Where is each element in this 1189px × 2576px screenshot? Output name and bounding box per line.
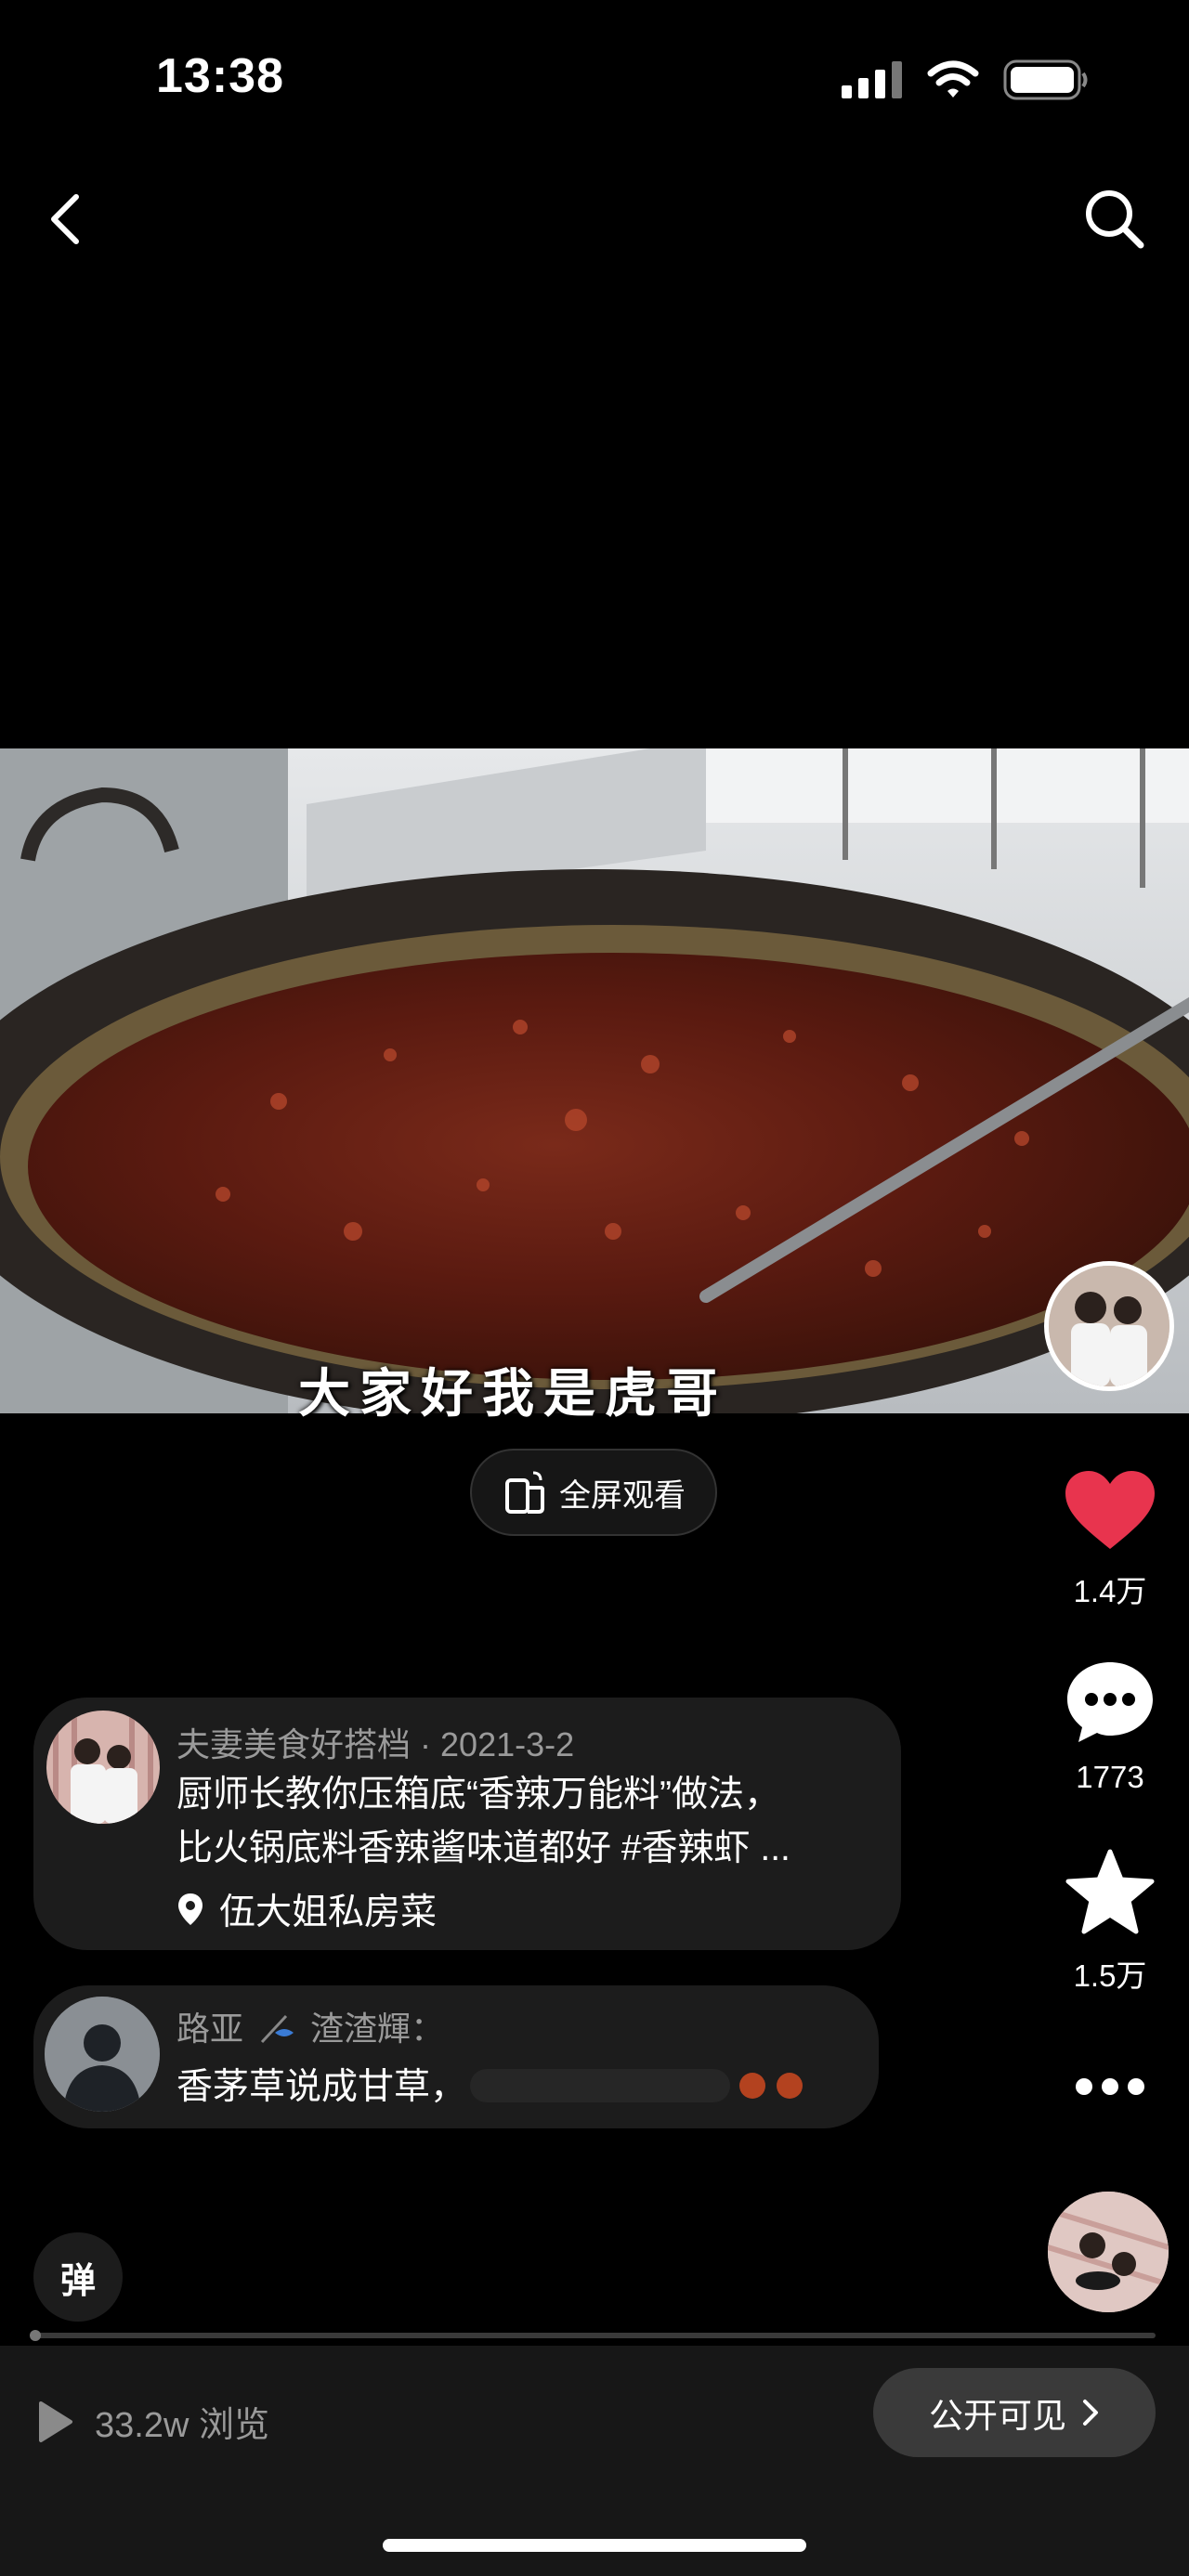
heart-icon: [1065, 1471, 1155, 1549]
top-comment-card[interactable]: 路亚 渣渣輝： 香茅草说成甘草，: [33, 1985, 879, 2128]
post-meta: 夫妻美食好搭档 · 2021-3-2: [176, 1718, 574, 1766]
fishing-emoji-icon: [260, 2014, 294, 2044]
music-disc-avatar[interactable]: [1048, 2192, 1169, 2312]
visibility-button[interactable]: 公开可见: [873, 2368, 1156, 2457]
wifi-icon: [927, 60, 979, 98]
post-description[interactable]: 厨师长教你压箱底“香辣万能料”做法， 比火锅底料香辣酱味道都好 #香辣虾 ...: [176, 1768, 882, 1876]
comment-blur-overlay: [470, 2069, 803, 2102]
danmu-toggle-button[interactable]: 弹: [33, 2232, 123, 2322]
post-date: 2021-3-2: [440, 1725, 575, 1763]
author-avatar[interactable]: [1044, 1261, 1174, 1391]
post-description-line: 厨师长教你压箱底“香辣万能料”做法，: [176, 1775, 780, 1815]
play-icon: [39, 2400, 72, 2442]
location-label: 伍大姐私房菜: [219, 1893, 438, 1932]
colon: ：: [411, 2010, 445, 2048]
view-count-label: 33.2w 浏览: [95, 2406, 269, 2445]
favorite-count: 1.5万: [1073, 1958, 1147, 1993]
commenter-name: 路亚 渣渣輝：: [176, 2002, 444, 2050]
battery-icon: [1003, 59, 1088, 100]
danmu-label: 弹: [59, 2261, 96, 2301]
back-icon[interactable]: [45, 191, 85, 247]
commenter-avatar[interactable]: [45, 1997, 160, 2112]
commenter-name-part: 渣渣輝: [310, 2010, 412, 2048]
fullscreen-label: 全屏观看: [559, 1477, 686, 1514]
meta-separator: ·: [420, 1725, 441, 1763]
search-icon[interactable]: [1081, 186, 1146, 251]
rotate-screen-icon: [505, 1471, 544, 1514]
chevron-right-icon: [1083, 2400, 1098, 2426]
fullscreen-button[interactable]: 全屏观看: [470, 1449, 717, 1536]
more-action[interactable]: [1050, 2073, 1170, 2105]
location-pin-icon: [178, 1893, 203, 1925]
cellular-signal-icon: [842, 61, 902, 98]
post-description-line: 比火锅底料香辣酱味道都好 #香辣虾 ...: [176, 1828, 790, 1868]
video-frame: [0, 748, 1189, 1413]
video-subtitle: 大家好我是虎哥: [298, 1363, 727, 1425]
avatar-image: [1049, 1266, 1169, 1386]
home-indicator[interactable]: [383, 2539, 806, 2552]
comment-icon: [1067, 1662, 1153, 1742]
avatar-image: [1048, 2192, 1169, 2312]
avatar-image: [46, 1711, 160, 1824]
visibility-label: 公开可见: [929, 2397, 1066, 2435]
star-icon: [1065, 1849, 1155, 1934]
avatar-image: [45, 1997, 160, 2112]
like-count: 1.4万: [1073, 1574, 1147, 1608]
like-action[interactable]: 1.4万: [1050, 1469, 1170, 1611]
view-count: 33.2w 浏览: [35, 2396, 269, 2447]
post-author-avatar[interactable]: [46, 1711, 160, 1824]
status-icons: [842, 59, 1089, 100]
post-author-name[interactable]: 夫妻美食好搭档: [176, 1725, 411, 1763]
status-time: 13:38: [156, 49, 284, 103]
video-progress-bar[interactable]: [33, 2333, 1156, 2338]
comment-action[interactable]: 1773: [1050, 1659, 1170, 1795]
video-player[interactable]: [0, 748, 1189, 1413]
comment-text: 香茅草说成甘草，: [176, 2067, 467, 2107]
post-location[interactable]: 伍大姐私房菜: [176, 1883, 437, 1935]
video-progress-handle[interactable]: [30, 2330, 41, 2341]
favorite-action[interactable]: 1.5万: [1050, 1848, 1170, 1996]
comment-count: 1773: [1076, 1760, 1144, 1794]
more-icon: [1076, 2078, 1144, 2095]
commenter-name-part: 路亚: [176, 2010, 244, 2048]
post-info-card[interactable]: 夫妻美食好搭档 · 2021-3-2 厨师长教你压箱底“香辣万能料”做法， 比火…: [33, 1698, 901, 1950]
